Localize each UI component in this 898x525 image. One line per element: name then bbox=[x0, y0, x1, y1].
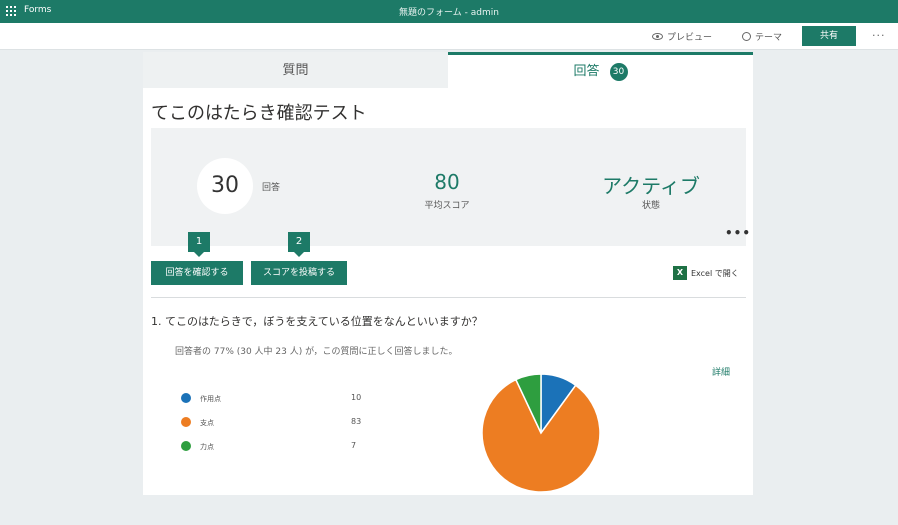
callout-1: 1 bbox=[188, 232, 210, 257]
average-score-value: 80 bbox=[434, 170, 460, 194]
legend-label: 作用点 bbox=[200, 395, 221, 403]
tab-responses-label: 回答 bbox=[573, 64, 600, 79]
excel-icon: X bbox=[673, 266, 687, 280]
tab-questions[interactable]: 質問 bbox=[143, 52, 448, 88]
legend-item: 支点 83 bbox=[181, 416, 361, 428]
legend-swatch bbox=[181, 393, 191, 403]
review-answers-button[interactable]: 回答を確認する bbox=[151, 261, 243, 285]
callout-2: 2 bbox=[288, 232, 310, 257]
legend-item: 作用点 10 bbox=[181, 392, 361, 404]
open-in-excel-link[interactable]: X Excel で開く bbox=[673, 266, 739, 280]
legend-swatch bbox=[181, 441, 191, 451]
theme-button[interactable]: テーマ bbox=[742, 30, 782, 43]
divider bbox=[151, 297, 746, 298]
status-label: 状態 bbox=[641, 201, 660, 211]
share-button[interactable]: 共有 bbox=[802, 26, 856, 46]
post-scores-button[interactable]: スコアを投稿する bbox=[251, 261, 347, 285]
responses-count: 30 bbox=[197, 158, 253, 214]
document-title: 無題のフォーム - admin bbox=[399, 8, 499, 18]
eye-icon bbox=[652, 33, 663, 40]
average-score-label: 平均スコア bbox=[424, 201, 470, 211]
summary-more-icon[interactable]: ••• bbox=[725, 227, 751, 239]
main-panel: 質問 回答 30 てこのはたらき確認テスト 30 回答 80 平均スコア アクティ… bbox=[143, 52, 753, 495]
legend-item: 力点 7 bbox=[181, 440, 361, 452]
command-bar: プレビュー テーマ 共有 ··· bbox=[0, 23, 898, 50]
legend-label: 力点 bbox=[200, 443, 214, 451]
details-link[interactable]: 詳細 bbox=[712, 365, 730, 378]
summary-panel: 30 回答 80 平均スコア アクティブ 状態 ••• bbox=[151, 128, 750, 246]
tab-responses[interactable]: 回答 30 bbox=[448, 52, 753, 88]
form-title: てこのはたらき確認テスト bbox=[151, 103, 367, 124]
palette-icon bbox=[742, 32, 751, 41]
question-title: 1. てこのはたらきで，ぼうを支えている位置をなんといいますか？ bbox=[151, 315, 483, 328]
responses-label: 回答 bbox=[262, 183, 281, 193]
more-options-icon[interactable]: ··· bbox=[872, 29, 886, 42]
theme-label: テーマ bbox=[755, 33, 783, 43]
preview-label: プレビュー bbox=[667, 33, 713, 43]
legend-count: 83 bbox=[351, 417, 362, 426]
legend-label: 支点 bbox=[200, 419, 214, 427]
correct-rate-text: 回答者の 77% (30 人中 23 人) が，この質問に正しく回答しました。 bbox=[175, 347, 458, 357]
legend-swatch bbox=[181, 417, 191, 427]
app-header: Forms 無題のフォーム - admin bbox=[0, 0, 898, 23]
answers-pie-chart bbox=[481, 373, 601, 493]
legend-count: 7 bbox=[351, 441, 357, 450]
legend-count: 10 bbox=[351, 393, 362, 402]
preview-button[interactable]: プレビュー bbox=[652, 30, 712, 43]
status-value: アクティブ bbox=[602, 174, 700, 198]
responses-count-badge: 30 bbox=[609, 62, 628, 81]
open-in-excel-label: Excel で開く bbox=[691, 268, 739, 278]
